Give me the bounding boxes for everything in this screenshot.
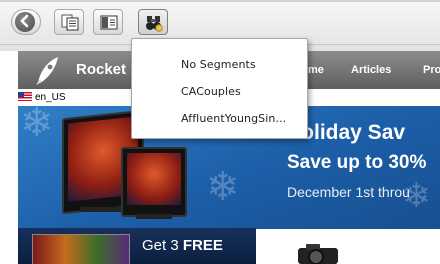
tv-image-small xyxy=(121,147,187,217)
segment-option-cacouples[interactable]: CACouples xyxy=(181,85,241,98)
nav-articles-link[interactable]: Articles xyxy=(351,64,391,76)
nav-pro-link[interactable]: Pro xyxy=(423,64,440,76)
us-flag-icon xyxy=(18,92,32,101)
tv-stand xyxy=(136,214,172,219)
segment-option-affluent-young-singles[interactable]: AffluentYoungSin... xyxy=(181,112,286,125)
free-movies-promo[interactable]: Get 3 FREE xyxy=(18,228,256,264)
pages-icon xyxy=(61,14,79,31)
segments-button[interactable] xyxy=(138,9,168,35)
banner-date: December 1st throu xyxy=(287,184,410,200)
binoculars-icon xyxy=(146,16,163,32)
toolbar-top-border xyxy=(0,0,440,2)
camera-image xyxy=(298,244,338,264)
site-brand[interactable]: Rocket xyxy=(76,61,126,78)
locale-selector[interactable]: en_US xyxy=(18,92,66,104)
layout-panel-icon xyxy=(100,15,118,30)
segment-option-none[interactable]: No Segments xyxy=(181,58,256,71)
banner-subtitle: Save up to 30% xyxy=(287,152,427,173)
promo-text: Get 3 FREE xyxy=(142,237,223,254)
snowflake-icon: ❄ xyxy=(206,164,240,210)
pages-button[interactable] xyxy=(54,9,84,35)
segments-dropdown: No Segments CACouples AffluentYoungSin..… xyxy=(131,38,308,139)
nav-home-link[interactable]: me xyxy=(308,64,324,76)
layout-button[interactable] xyxy=(93,9,123,35)
back-button[interactable] xyxy=(11,9,41,35)
back-arrow-icon xyxy=(20,14,29,28)
rocket-logo-icon xyxy=(36,57,58,85)
snowflake-icon: ❄ xyxy=(20,106,54,146)
locale-label: en_US xyxy=(35,92,66,103)
dvd-covers-image xyxy=(32,234,130,264)
